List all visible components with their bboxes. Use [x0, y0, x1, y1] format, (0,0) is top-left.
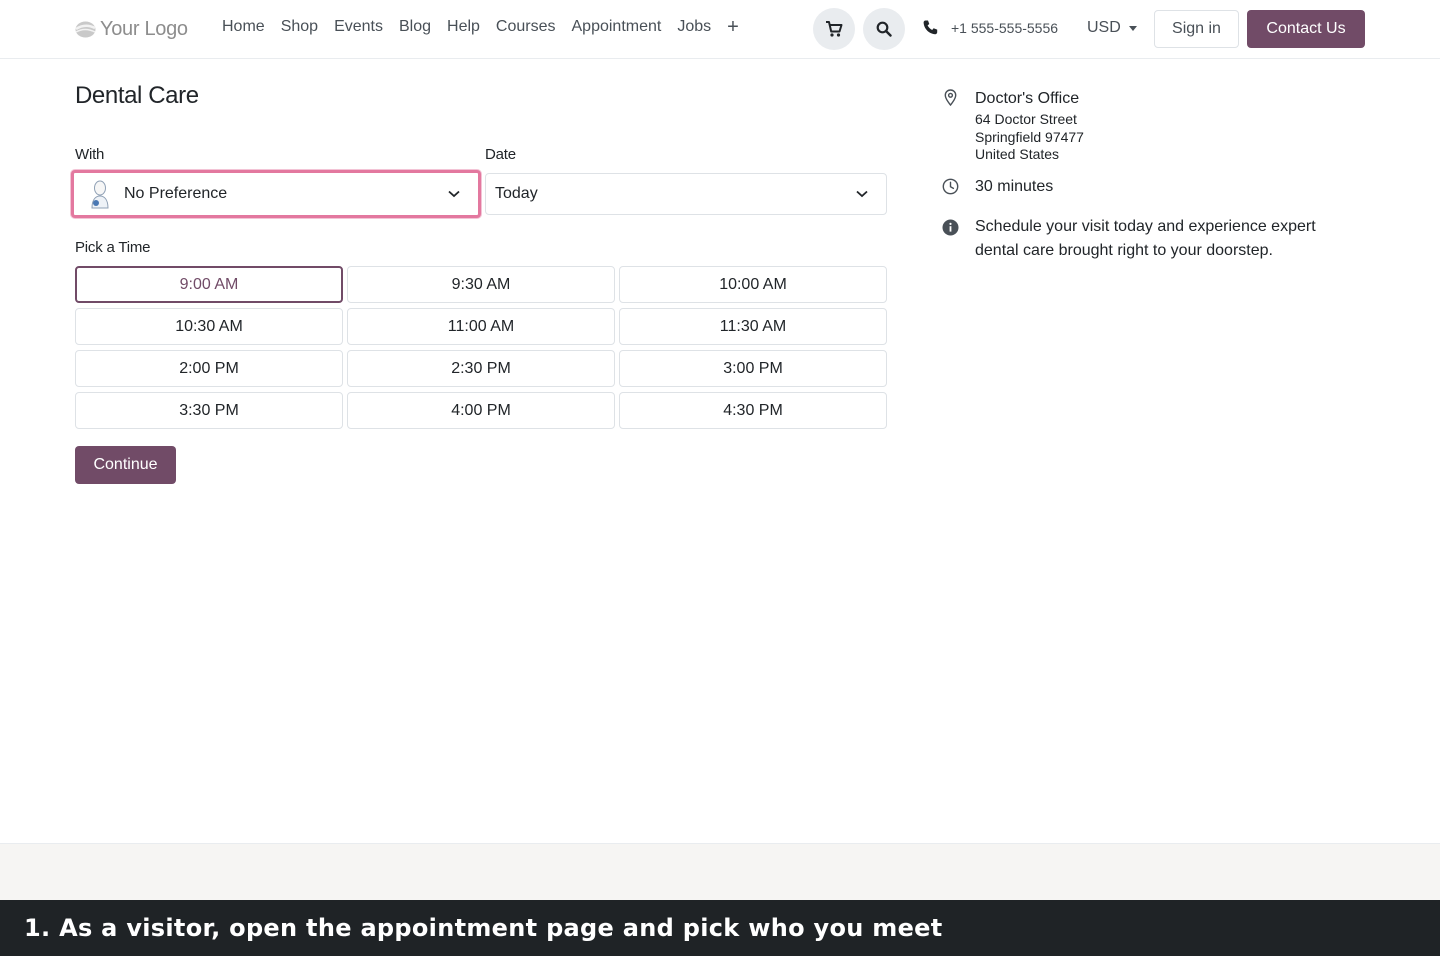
date-select[interactable]: Today [485, 173, 887, 215]
clock-icon [942, 178, 959, 195]
address-line: United States [975, 146, 1060, 162]
nav-add-plus-icon[interactable]: + [727, 17, 739, 37]
duration-text: 30 minutes [975, 178, 1054, 195]
site-logo[interactable]: Your Logo [75, 16, 188, 42]
nav-jobs[interactable]: Jobs [677, 18, 711, 36]
address-line: 64 Doctor Street [975, 111, 1077, 127]
search-button[interactable] [863, 8, 905, 50]
logo-text: Your Logo [100, 17, 188, 40]
tutorial-caption: 1. As a visitor, open the appointment pa… [0, 900, 1440, 956]
with-label: With [75, 146, 105, 163]
phone-icon [923, 20, 938, 35]
time-slot[interactable]: 4:00 PM [347, 392, 615, 429]
description-line: Schedule your visit today and experience… [975, 218, 1316, 235]
nav-events[interactable]: Events [334, 18, 383, 36]
time-slot[interactable]: 10:00 AM [619, 266, 887, 303]
currency-value: USD [1087, 19, 1121, 36]
duration-info: 30 minutes [942, 175, 1053, 199]
description-line: dental care brought right to your doorst… [975, 242, 1273, 259]
nav-help[interactable]: Help [447, 18, 480, 36]
location-info: Doctor's Office 64 Doctor Street Springf… [942, 87, 1084, 164]
site-header: Your Logo Home Shop Events Blog Help Cou… [0, 0, 1440, 59]
cart-button[interactable] [813, 8, 855, 50]
time-slot[interactable]: 11:00 AM [347, 308, 615, 345]
nav-appointment[interactable]: Appointment [572, 18, 662, 36]
contact-us-button[interactable]: Contact Us [1247, 10, 1365, 48]
time-slot[interactable]: 9:30 AM [347, 266, 615, 303]
info-icon [942, 219, 959, 236]
main-nav: Home Shop Events Blog Help Courses Appoi… [222, 17, 739, 37]
time-slot[interactable]: 11:30 AM [619, 308, 887, 345]
chevron-down-icon [856, 190, 868, 198]
date-label: Date [485, 146, 516, 163]
chevron-down-icon [448, 190, 460, 198]
page-title: Dental Care [75, 82, 199, 109]
time-slot-grid: 9:00 AM 9:30 AM 10:00 AM 10:30 AM 11:00 … [75, 266, 887, 429]
currency-dropdown[interactable]: USD [1087, 19, 1137, 37]
address-line: Springfield 97477 [975, 128, 1084, 145]
phone-number: +1 555-555-5556 [951, 19, 1059, 36]
search-icon [876, 21, 892, 37]
time-slot[interactable]: 3:30 PM [75, 392, 343, 429]
staff-avatar-icon [91, 180, 109, 209]
caret-down-icon [1128, 25, 1137, 31]
time-slot[interactable]: 2:30 PM [347, 350, 615, 387]
page-footer [0, 843, 1440, 900]
time-slot[interactable]: 3:00 PM [619, 350, 887, 387]
nav-shop[interactable]: Shop [281, 18, 318, 36]
description-text: Schedule your visit today and experience… [975, 215, 1316, 263]
nav-courses[interactable]: Courses [496, 18, 556, 36]
date-select-value: Today [495, 185, 538, 202]
time-slot[interactable]: 2:00 PM [75, 350, 343, 387]
staff-select[interactable]: No Preference [71, 170, 481, 218]
nav-home[interactable]: Home [222, 18, 265, 36]
pick-time-label: Pick a Time [75, 239, 151, 256]
nav-blog[interactable]: Blog [399, 18, 431, 36]
time-slot[interactable]: 10:30 AM [75, 308, 343, 345]
cart-icon [826, 21, 843, 37]
time-slot[interactable]: 9:00 AM [75, 266, 343, 303]
logo-mark-icon [75, 21, 96, 37]
staff-select-value: No Preference [124, 185, 228, 202]
continue-button[interactable]: Continue [75, 446, 176, 484]
time-slot[interactable]: 4:30 PM [619, 392, 887, 429]
description-info: Schedule your visit today and experience… [942, 215, 1316, 263]
location-name: Doctor's Office [975, 90, 1080, 107]
sign-in-button[interactable]: Sign in [1154, 10, 1239, 48]
map-pin-icon [944, 89, 957, 106]
phone-link[interactable]: +1 555-555-5556 [922, 19, 1058, 36]
